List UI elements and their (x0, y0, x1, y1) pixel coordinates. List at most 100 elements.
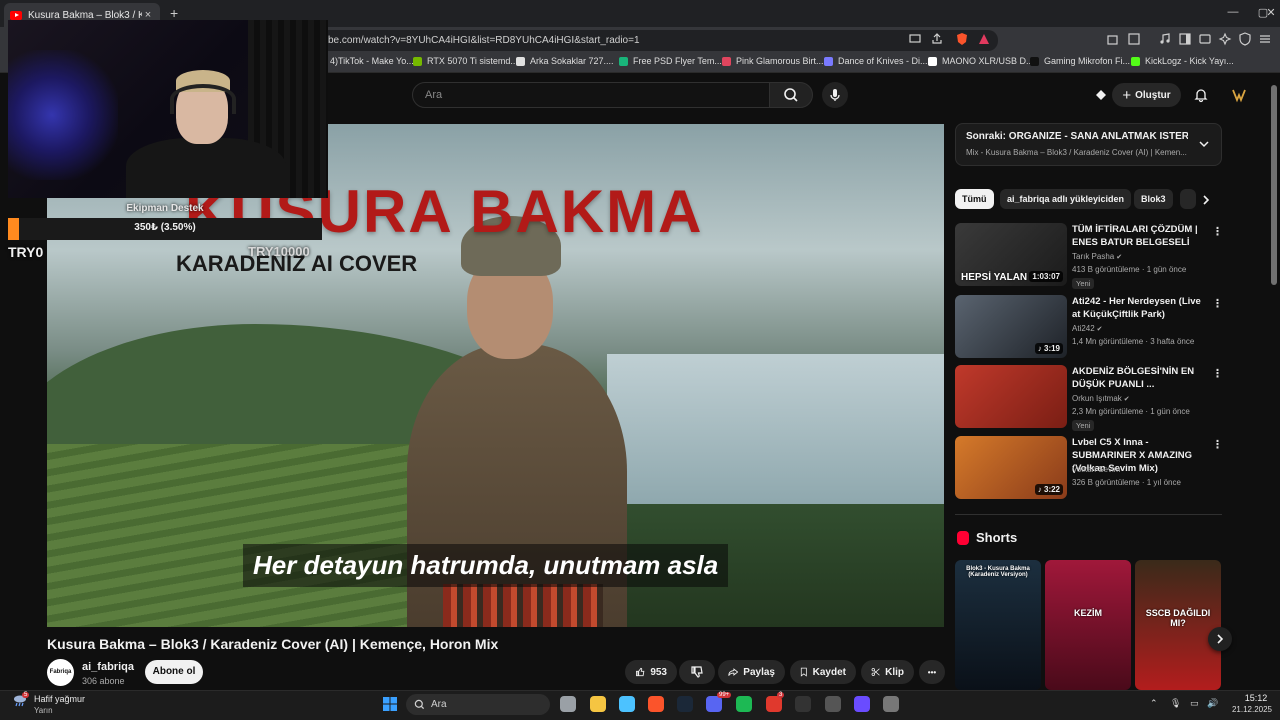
tray-overflow-icon[interactable]: ⌃ (1150, 698, 1158, 709)
microphone-tray-icon[interactable]: 🎙 (1170, 698, 1181, 709)
premium-icon[interactable] (1093, 87, 1109, 103)
short-thumbnail[interactable]: Blok3 - Kusura Bakma (Karadeniz Versiyon… (955, 560, 1041, 690)
media-icon[interactable] (1158, 32, 1172, 46)
file-explorer-icon[interactable] (590, 696, 606, 712)
chevron-right-icon[interactable] (1200, 193, 1212, 207)
voice-search-button[interactable] (822, 82, 848, 108)
minimize-button[interactable]: — (1218, 6, 1248, 18)
brave-icon[interactable] (648, 696, 664, 712)
channel-subscriber-count: 306 abone (82, 676, 125, 686)
shorts-next-button[interactable] (1208, 627, 1232, 651)
discord-icon[interactable] (706, 696, 722, 712)
next-app-icon[interactable] (795, 696, 811, 712)
bookmark-item[interactable]: Arka Sokaklar 727.... (516, 56, 614, 66)
volume-icon[interactable]: 🔊 (1207, 698, 1218, 709)
cast-icon[interactable] (908, 32, 922, 46)
donation-max: TRY10000 (248, 244, 310, 259)
steam-icon[interactable] (677, 696, 693, 712)
chip-from-uploader[interactable]: ai_fabriqa adlı yükleyiciden (1000, 189, 1132, 209)
verified-icon: ✔ (1094, 326, 1103, 333)
channel-label: Ati242 (1072, 324, 1095, 333)
dislike-button[interactable] (679, 660, 715, 684)
recommendation-channel[interactable]: Ati242 ✔ (1072, 324, 1103, 333)
recommendation-channel[interactable]: Volkan Sevim (1072, 465, 1120, 474)
weather-title[interactable]: Hafif yağmur (34, 694, 85, 704)
up-next-panel[interactable] (955, 123, 1222, 166)
bookmark-label: 4)TikTok - Make Yo... (330, 56, 414, 66)
more-vertical-icon[interactable]: ⋮ (1212, 367, 1223, 380)
taskbar-search[interactable]: Ara (406, 694, 550, 715)
weather-subtitle: Yarın (34, 706, 53, 715)
recommendation-title[interactable]: AKDENİZ BÖLGESİ'NİN EN DÜŞÜK PUANLI ... (1072, 365, 1207, 391)
new-badge: Yeni (1072, 420, 1095, 431)
recommendation-thumbnail[interactable]: ♪ 3:22 (955, 436, 1067, 499)
bookmark-item[interactable]: MAONO XLR/USB D... (928, 56, 1034, 66)
recommendation-thumbnail[interactable]: ♪ 3:19 (955, 295, 1067, 358)
verified-icon: ✔ (1114, 254, 1123, 261)
wallet-icon[interactable] (1127, 32, 1141, 46)
clip-button[interactable]: Klip (861, 660, 914, 684)
windows-start-icon[interactable] (382, 696, 398, 712)
recommendation-thumbnail[interactable] (955, 365, 1067, 428)
save-button[interactable]: Kaydet (790, 660, 856, 684)
recommendation-thumbnail[interactable]: HEPSİ YALAN 1:03:07 (955, 223, 1067, 286)
bookmark-item[interactable]: 4)TikTok - Make Yo... (316, 56, 414, 66)
page-scrollbar[interactable] (1271, 85, 1277, 285)
task-view-icon[interactable] (560, 696, 576, 712)
game-app-icon[interactable] (766, 696, 782, 712)
network-icon[interactable]: ▭ (1190, 698, 1199, 709)
bookmark-item[interactable]: RTX 5070 Ti sistemd... (413, 56, 518, 66)
vpn-shield-icon[interactable] (1238, 32, 1252, 46)
bookmark-item[interactable]: Pink Glamorous Birt... (722, 56, 824, 66)
store-icon[interactable] (619, 696, 635, 712)
like-button[interactable]: 953 (625, 660, 677, 684)
account-avatar-icon[interactable] (1231, 87, 1247, 103)
channel-avatar[interactable]: Fabriqa (47, 659, 74, 686)
more-vertical-icon[interactable]: ⋮ (1212, 225, 1223, 238)
more-vertical-icon[interactable]: ⋮ (1212, 297, 1223, 310)
settings-app-icon[interactable] (883, 696, 899, 712)
channel-name[interactable]: ai_fabriqa (82, 661, 134, 673)
brave-shield-icon[interactable] (955, 32, 969, 46)
recommendation-channel[interactable]: Tarık Pasha ✔ (1072, 252, 1122, 261)
brave-rewards-icon[interactable] (977, 32, 991, 46)
search-input[interactable]: Ara (412, 82, 770, 108)
recommendation-title[interactable]: TÜM İFTİRALARI ÇÖZDÜM | ENES BATUR BELGE… (1072, 223, 1207, 249)
extensions-icon[interactable] (1106, 32, 1120, 46)
wallet-2-icon[interactable] (1198, 32, 1212, 46)
clock-time[interactable]: 15:12 (1236, 693, 1276, 703)
obs-icon[interactable] (825, 696, 841, 712)
share-page-icon[interactable] (930, 32, 944, 46)
short-thumbnail[interactable]: KEZİM (1045, 560, 1131, 690)
chip-blok3[interactable]: Blok3 (1134, 189, 1173, 209)
new-tab-button[interactable]: + (170, 5, 178, 21)
duration-badge: ♪ 3:19 (1034, 343, 1063, 354)
recommendation-meta: 1,4 Mn görüntüleme · 3 hafta önce (1072, 337, 1195, 346)
recommendation-channel[interactable]: Orkun Işıtmak ✔ (1072, 394, 1130, 403)
subscribe-button[interactable]: Abone ol (145, 660, 203, 684)
spotify-icon[interactable] (736, 696, 752, 712)
circle-app-icon[interactable] (854, 696, 870, 712)
share-button[interactable]: Paylaş (718, 660, 785, 684)
create-button[interactable]: + Oluştur (1112, 83, 1181, 107)
singer-belt (443, 584, 603, 627)
chip-all[interactable]: Tümü (955, 189, 994, 209)
leo-ai-icon[interactable] (1218, 32, 1232, 46)
more-actions-button[interactable]: ••• (919, 660, 945, 684)
recommendation-title[interactable]: Ati242 - Her Nerdeysen (Live at KüçükÇif… (1072, 295, 1207, 321)
address-bar[interactable]: be.com/watch?v=8YUhCA4iHGI&list=RD8YUhCA… (318, 30, 998, 51)
bookmark-item[interactable]: Dance of Knives - Di... (824, 56, 928, 66)
bookmark-item[interactable]: Free PSD Flyer Tem... (619, 56, 722, 66)
chevron-down-icon[interactable] (1197, 137, 1211, 151)
menu-icon[interactable] (1258, 32, 1272, 46)
close-window-button[interactable]: ✕ (1262, 6, 1280, 19)
search-button[interactable] (769, 82, 813, 108)
bookmark-item[interactable]: KickLogz - Kick Yayı... (1131, 56, 1234, 66)
sidebar-icon[interactable] (1178, 32, 1192, 46)
shorts-heading: Shorts (976, 530, 1018, 545)
bookmark-label: KickLogz - Kick Yayı... (1145, 56, 1234, 66)
short-thumbnail[interactable]: SSCB DAĞILDI MI? (1135, 560, 1221, 690)
bookmark-item[interactable]: Gaming Mikrofon Fi... (1030, 56, 1130, 66)
more-vertical-icon[interactable]: ⋮ (1212, 438, 1223, 451)
notifications-icon[interactable] (1193, 87, 1209, 103)
